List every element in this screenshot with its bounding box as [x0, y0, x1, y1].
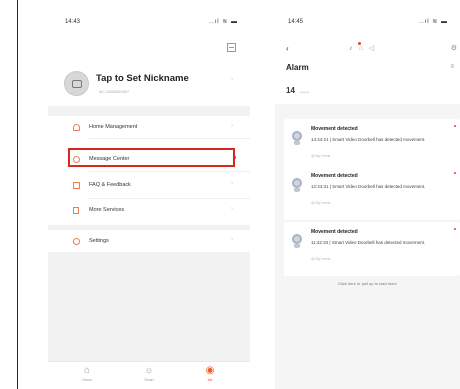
- speaker-icon[interactable]: ◁: [369, 45, 380, 52]
- page-title: Alarm: [286, 63, 309, 72]
- unread-dot: [454, 228, 456, 230]
- home-icon: [73, 124, 80, 131]
- phone-alarm-screen: 14:45 ..ıl ≋ ▬ ‹ ♪⌂◁ ⚙ Alarm ≡ 14 August…: [275, 6, 460, 389]
- alert-title: Movement detected: [311, 173, 358, 179]
- alert-home: @ My Home: [311, 257, 331, 261]
- date-day: 14: [286, 86, 295, 95]
- alert-text: 12:44:31 | Smart Video Doorbell has dete…: [311, 184, 426, 189]
- profile-header: 14:43 ..ıl ≋ ▬ Tap to Set Nickname 86-13…: [48, 6, 250, 106]
- menu-item-home-management[interactable]: Home Management ›: [48, 116, 250, 138]
- highlight-box-message-center: [68, 148, 235, 167]
- menu-group-settings: Settings ›: [48, 230, 250, 252]
- alert-home: @ My Home: [311, 154, 331, 158]
- tab-label: Home: [82, 378, 92, 382]
- doorbell-camera-icon: [291, 178, 303, 193]
- chevron-right-icon: ›: [231, 123, 233, 129]
- status-bar: 14:43 ..ıl ≋ ▬: [48, 6, 250, 32]
- alert-card[interactable]: Movement detected 14:44:21 | Smart Video…: [284, 119, 460, 173]
- category-icons: ♪⌂◁: [349, 44, 380, 52]
- unread-dot: [454, 172, 456, 174]
- bottom-tab-bar: ⌂ Home ☼ Smart ◉ Me: [48, 361, 250, 389]
- alert-home: @ My Home: [311, 201, 331, 205]
- smart-tab-icon: ☼: [144, 365, 154, 376]
- unread-dot: [454, 125, 456, 127]
- divider: [89, 138, 250, 139]
- account-number: 86-13856855897: [99, 89, 130, 94]
- alarm-header: 14:45 ..ıl ≋ ▬ ‹ ♪⌂◁ ⚙ Alarm ≡ 14 August: [275, 6, 460, 104]
- camera-icon: [72, 80, 82, 88]
- settings-icon: [73, 238, 80, 245]
- menu-item-label: Settings: [89, 238, 109, 244]
- nickname-label[interactable]: Tap to Set Nickname: [96, 73, 189, 84]
- bell-icon[interactable]: ♪: [349, 45, 359, 52]
- menu-item-label: More Services: [89, 207, 125, 213]
- faq-icon: [73, 182, 80, 189]
- doorbell-camera-icon: [291, 234, 303, 249]
- alert-text: 14:44:21 | Smart Video Doorbell has dete…: [311, 137, 426, 142]
- tab-home[interactable]: ⌂ Home: [72, 365, 102, 389]
- services-icon: [73, 207, 79, 214]
- chevron-right-icon: ›: [231, 206, 233, 212]
- chevron-right-icon: ›: [231, 181, 233, 187]
- menu-item-settings[interactable]: Settings ›: [48, 230, 250, 252]
- load-more-link[interactable]: Click here or pull up to load more: [275, 281, 460, 286]
- menu-item-label: FAQ & Feedback: [89, 182, 131, 188]
- menu-item-label: Home Management: [89, 124, 138, 130]
- tab-me[interactable]: ◉ Me: [195, 365, 225, 389]
- status-icons: ..ıl ≋ ▬: [419, 19, 448, 25]
- chevron-right-icon: ›: [231, 77, 233, 83]
- menu-item-faq-feedback[interactable]: FAQ & Feedback ›: [48, 174, 250, 196]
- menu-item-more-services[interactable]: More Services ›: [48, 199, 250, 221]
- alert-title: Movement detected: [311, 126, 358, 132]
- filter-icon[interactable]: ≡: [450, 64, 454, 70]
- chevron-right-icon: ›: [231, 237, 233, 243]
- home-tab-icon: ⌂: [83, 365, 91, 376]
- gear-icon[interactable]: ⚙: [451, 44, 457, 52]
- alert-title: Movement detected: [311, 229, 358, 235]
- page-border-line: [17, 0, 18, 389]
- date-month: August: [300, 90, 310, 94]
- tab-label: Smart: [144, 378, 154, 382]
- tab-label: Me: [207, 378, 213, 382]
- divider: [89, 171, 250, 172]
- me-tab-icon: ◉: [205, 365, 215, 376]
- screenshot-canvas: 14:43 ..ıl ≋ ▬ Tap to Set Nickname 86-13…: [0, 0, 460, 389]
- alert-card[interactable]: Movement detected 12:44:31 | Smart Video…: [284, 166, 460, 220]
- status-bar: 14:45 ..ıl ≋ ▬: [275, 6, 460, 32]
- status-time: 14:43: [65, 19, 81, 25]
- avatar[interactable]: [64, 71, 89, 96]
- status-time: 14:45: [288, 19, 304, 25]
- alert-card[interactable]: Movement detected 11:42:33 | Smart Video…: [284, 222, 460, 276]
- status-icons: ..ıl ≋ ▬: [209, 19, 238, 25]
- alert-text: 11:42:33 | Smart Video Doorbell has dete…: [311, 240, 426, 245]
- phone-me-screen: 14:43 ..ıl ≋ ▬ Tap to Set Nickname 86-13…: [48, 6, 250, 389]
- scan-icon[interactable]: [227, 43, 236, 52]
- doorbell-camera-icon: [291, 131, 303, 146]
- unread-dot: [358, 42, 361, 45]
- menu-group-primary: Home Management › Message Center FAQ & F…: [48, 116, 250, 225]
- tab-smart[interactable]: ☼ Smart: [134, 365, 164, 389]
- back-icon[interactable]: ‹: [286, 44, 289, 53]
- home-icon[interactable]: ⌂: [359, 45, 369, 52]
